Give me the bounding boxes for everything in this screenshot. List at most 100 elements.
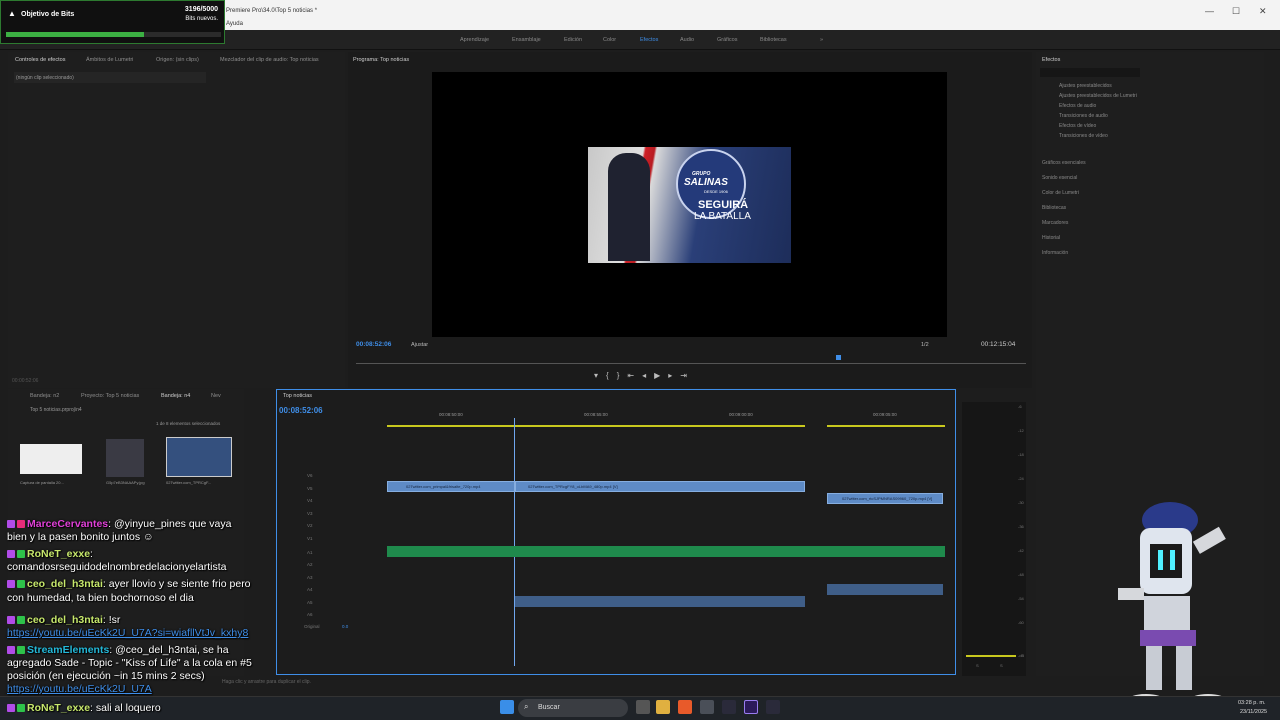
effects-item[interactable]: Efectos de vídeo xyxy=(1059,123,1096,129)
ws-effects[interactable]: Efectos xyxy=(640,37,658,43)
play-icon[interactable]: ▶ xyxy=(654,371,668,380)
track-a6[interactable]: A6 xyxy=(307,612,313,617)
original-value[interactable]: 0.0 xyxy=(342,624,348,629)
go-out-icon[interactable]: ⇥ xyxy=(680,371,695,380)
track-a2[interactable]: A2 xyxy=(307,562,313,567)
marker-icon[interactable]: ▾ xyxy=(594,371,606,380)
tab-effect-controls[interactable]: Controles de efectos xyxy=(15,57,65,63)
audio-clip[interactable] xyxy=(387,546,945,557)
minimize-button[interactable]: — xyxy=(1205,6,1214,16)
audio-clip[interactable] xyxy=(515,596,805,607)
chat-username[interactable]: ceo_del_h3ntai xyxy=(27,578,103,590)
app-icon[interactable] xyxy=(722,700,736,714)
tab-bin-n2[interactable]: Bandeja: n2 xyxy=(30,393,59,399)
effects-item[interactable]: Ajustes preestablecidos xyxy=(1059,83,1112,89)
fit-dropdown[interactable]: Ajustar xyxy=(411,342,428,348)
track-v6[interactable]: V6 xyxy=(307,473,313,478)
file-explorer-icon[interactable] xyxy=(656,700,670,714)
effects-search-input[interactable] xyxy=(1040,68,1140,77)
go-in-icon[interactable]: ⇤ xyxy=(627,371,642,380)
thumb-2[interactable] xyxy=(106,439,144,477)
close-button[interactable]: ✕ xyxy=(1259,6,1267,17)
track-v4[interactable]: V4 xyxy=(307,498,313,503)
chat-link[interactable]: https://youtu.be/uEcKk2U_U7A?si=wiafllVt… xyxy=(7,627,248,639)
chat-username[interactable]: StreamElements xyxy=(27,644,109,656)
program-timecode[interactable]: 00:08:52:06 xyxy=(356,341,391,348)
chat-link[interactable]: https://youtu.be/uEcKk2U_U7A xyxy=(7,683,152,695)
video-clip[interactable]: 02Twitter.com_TPRcgFY8_oLbMA9_480p.mp4 [… xyxy=(515,481,805,492)
ws-color[interactable]: Color xyxy=(603,37,616,43)
ws-more[interactable]: » xyxy=(820,37,823,43)
menu-help[interactable]: Ayuda xyxy=(226,21,243,27)
effects-item[interactable]: Ajustes preestablecidos de Lumetri xyxy=(1059,93,1137,99)
audio-clip[interactable] xyxy=(827,584,943,595)
ws-libraries[interactable]: Bibliotecas xyxy=(760,37,787,43)
app-icon[interactable] xyxy=(766,700,780,714)
panel-essential-sound[interactable]: Sonido esencial xyxy=(1042,175,1077,181)
tab-lumetri-scopes[interactable]: Ámbitos de Lumetri xyxy=(86,57,133,63)
panel-history[interactable]: Historial xyxy=(1042,235,1060,241)
timeline-timecode[interactable]: 00:08:52:06 xyxy=(279,406,323,415)
tab-program[interactable]: Programa: Top noticias xyxy=(353,57,409,63)
tab-audio-mixer[interactable]: Mezclador del clip de audio: Top noticia… xyxy=(220,57,319,63)
track-v5[interactable]: V5 xyxy=(307,486,313,491)
chat-text: : sali al loquero xyxy=(90,702,161,714)
track-v2[interactable]: V2 xyxy=(307,523,313,528)
track-a1[interactable]: A1 xyxy=(307,550,313,555)
tab-bin-n4[interactable]: Bandeja: n4 xyxy=(161,393,190,399)
tab-nev[interactable]: Nev xyxy=(211,393,221,399)
in-icon[interactable]: { xyxy=(606,371,617,380)
track-a5[interactable]: A5 xyxy=(307,600,313,605)
effects-item[interactable]: Efectos de audio xyxy=(1059,103,1096,109)
maximize-button[interactable]: ☐ xyxy=(1232,6,1240,17)
taskbar-date[interactable]: 23/11/2025 xyxy=(1240,709,1267,715)
tab-project[interactable]: Proyecto: Top 5 noticias xyxy=(81,393,139,399)
thumb-1[interactable] xyxy=(20,444,82,474)
ws-graphics[interactable]: Gráficos xyxy=(717,37,737,43)
taskbar-time[interactable]: 03:28 p. m. xyxy=(1238,700,1266,706)
track-v1[interactable]: V1 xyxy=(307,536,313,541)
ws-learning[interactable]: Aprendizaje xyxy=(460,37,489,43)
out-icon[interactable]: } xyxy=(617,371,628,380)
program-scrubber[interactable] xyxy=(356,363,1026,364)
track-a4[interactable]: A4 xyxy=(307,587,313,592)
thumb-1-label: Captura de pantalla 20... xyxy=(20,480,64,485)
track-v3[interactable]: V3 xyxy=(307,511,313,516)
panel-essential-graphics[interactable]: Gráficos esenciales xyxy=(1042,160,1086,166)
resolution-dropdown[interactable]: 1/2 xyxy=(921,342,929,348)
panel-lumetri-color[interactable]: Color de Lumetri xyxy=(1042,190,1079,196)
meter-solo[interactable]: S xyxy=(976,663,979,668)
task-view-icon[interactable] xyxy=(636,700,650,714)
work-area-bar-2[interactable] xyxy=(827,425,945,427)
premiere-icon[interactable] xyxy=(744,700,758,714)
work-area-bar[interactable] xyxy=(387,425,805,427)
video-clip[interactable]: 02Twitter.com_primpal&frisalte_720p.mp4 xyxy=(387,481,515,492)
ws-editing[interactable]: Edición xyxy=(564,37,582,43)
effects-item[interactable]: Transiciones de audio xyxy=(1059,113,1108,119)
panel-libraries[interactable]: Bibliotecas xyxy=(1042,205,1066,211)
ws-assembly[interactable]: Ensamblaje xyxy=(512,37,541,43)
tab-source[interactable]: Origen: (sin clips) xyxy=(156,57,199,63)
program-playhead[interactable] xyxy=(836,355,841,360)
chat-username[interactable]: ceo_del_h3ntai xyxy=(27,614,103,626)
tab-sequence[interactable]: Top noticias xyxy=(283,393,312,399)
app-icon[interactable] xyxy=(700,700,714,714)
brave-icon[interactable] xyxy=(678,700,692,714)
taskbar-search[interactable]: Buscar xyxy=(518,699,628,717)
transport-controls[interactable]: ▾{}⇤◂▶▸⇥ xyxy=(594,371,806,381)
chat-username[interactable]: MarceCervantes xyxy=(27,518,108,530)
chat-username[interactable]: RoNeT_exxe xyxy=(27,548,90,560)
timeline-playhead[interactable] xyxy=(514,418,515,666)
track-a3[interactable]: A3 xyxy=(307,575,313,580)
panel-markers[interactable]: Marcadores xyxy=(1042,220,1068,226)
meter-solo[interactable]: S xyxy=(1000,663,1003,668)
ws-audio[interactable]: Audio xyxy=(680,37,694,43)
windows-start-icon[interactable] xyxy=(500,700,514,714)
thumb-3[interactable] xyxy=(166,437,232,477)
step-back-icon[interactable]: ◂ xyxy=(642,371,654,380)
video-clip[interactable]: 02Twitter.com_rtcSJPMNRAS09960_720p.mp4 … xyxy=(827,493,943,504)
effects-item[interactable]: Transiciones de vídeo xyxy=(1059,133,1108,139)
panel-info[interactable]: Información xyxy=(1042,250,1068,256)
step-fwd-icon[interactable]: ▸ xyxy=(668,371,680,380)
chat-username[interactable]: RoNeT_exxe xyxy=(27,702,90,714)
